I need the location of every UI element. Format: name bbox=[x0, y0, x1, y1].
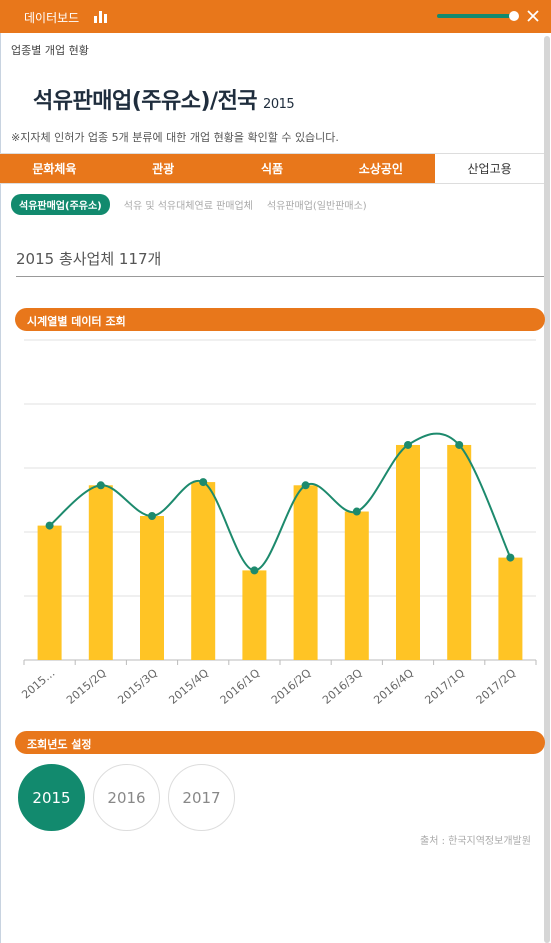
chart-bar bbox=[396, 444, 420, 660]
chart-bar bbox=[242, 570, 267, 660]
page-title-year: 2015 bbox=[263, 97, 295, 112]
year-setting-header: 조회년도 설정 bbox=[15, 731, 545, 754]
x-tick-label: 2015/2Q bbox=[64, 666, 109, 707]
chart-point bbox=[506, 553, 515, 562]
year-button-2017[interactable]: 2017 bbox=[168, 764, 235, 831]
year-selector: 2015 2016 2017 bbox=[18, 764, 243, 831]
sub-tabs: 석유판매업(주유소) 석유 및 석유대체연료 판매업체 석유판매업(일반판매소) bbox=[11, 193, 381, 215]
x-tick-label: 2016/3Q bbox=[320, 666, 365, 707]
subtab-gas-station[interactable]: 석유판매업(주유소) bbox=[11, 193, 110, 215]
chart-bar bbox=[498, 557, 523, 660]
timeseries-header: 시계열별 데이터 조회 bbox=[15, 308, 545, 331]
chart-bar bbox=[37, 525, 62, 660]
x-tick-label: 2015/4Q bbox=[166, 666, 211, 707]
x-tick-label: 2017/1Q bbox=[422, 666, 467, 707]
timeseries-chart: 2015… 2015/2Q 2015/3Q 2015/4Q 2016/1Q 2016/2Q… bbox=[19, 339, 537, 707]
notice-text: ※지자체 인허가 업종 5개 분류에 대한 개업 현황을 확인할 수 있습니다. bbox=[11, 131, 339, 144]
total-business-count: 2015 총사업체 117개 bbox=[16, 250, 162, 268]
x-tick-label: 2015/3Q bbox=[115, 666, 160, 707]
chart-point bbox=[301, 481, 310, 490]
source-credit: 출처 : 한국지역정보개발원 bbox=[420, 836, 531, 847]
tab-culture-sports[interactable]: 문화체육 bbox=[0, 154, 109, 183]
x-tick-label: 2017/2Q bbox=[474, 666, 519, 707]
chart-point bbox=[352, 507, 361, 516]
chart-point bbox=[455, 440, 464, 449]
x-tick-label: 2016/1Q bbox=[218, 666, 263, 707]
chart-bar bbox=[344, 511, 369, 660]
page-title: 석유판매업(주유소)/전국 2015 bbox=[33, 83, 295, 115]
chart-point bbox=[148, 512, 156, 520]
year-button-2016[interactable]: 2016 bbox=[93, 764, 160, 831]
chart-point bbox=[404, 440, 412, 449]
top-bar: 데이터보드 bbox=[0, 0, 551, 33]
chart-bar bbox=[447, 444, 472, 660]
chart-series-line bbox=[48, 432, 512, 572]
category-tabs: 문화체육 관광 식품 소상공인 산업고용 bbox=[0, 153, 544, 184]
chart-bar bbox=[191, 482, 216, 660]
scrollbar[interactable] bbox=[544, 36, 550, 943]
tab-small-business[interactable]: 소상공인 bbox=[326, 154, 436, 183]
tab-food[interactable]: 식품 bbox=[217, 154, 327, 183]
subtab-general-store[interactable]: 석유판매업(일반판매소) bbox=[267, 197, 367, 212]
chart-point bbox=[250, 566, 259, 575]
chart-bar bbox=[88, 485, 113, 660]
chart-bar bbox=[293, 485, 318, 660]
chart-point bbox=[45, 521, 54, 530]
year-button-2015[interactable]: 2015 bbox=[18, 764, 85, 831]
page-title-text: 석유판매업(주유소)/전국 bbox=[33, 89, 258, 114]
x-tick-label: 2016/2Q bbox=[269, 666, 314, 707]
section-label: 업종별 개업 현황 bbox=[11, 44, 89, 57]
subtab-petroleum-alt-fuel[interactable]: 석유 및 석유대체연료 판매업체 bbox=[124, 197, 253, 212]
x-tick-label: 2016/4Q bbox=[371, 666, 416, 707]
bar-chart-icon[interactable] bbox=[93, 10, 108, 23]
app-title: 데이터보드 bbox=[24, 11, 80, 25]
chart-point bbox=[199, 478, 208, 487]
slider-toggle-icon[interactable] bbox=[437, 9, 521, 23]
x-tick-label: 2015… bbox=[19, 666, 57, 701]
tab-industry-employment[interactable]: 산업고용 bbox=[435, 154, 544, 183]
chart-bar bbox=[140, 516, 164, 660]
divider bbox=[16, 276, 544, 277]
tab-tourism[interactable]: 관광 bbox=[108, 154, 218, 183]
close-icon[interactable] bbox=[526, 9, 540, 23]
chart-point bbox=[96, 481, 105, 490]
